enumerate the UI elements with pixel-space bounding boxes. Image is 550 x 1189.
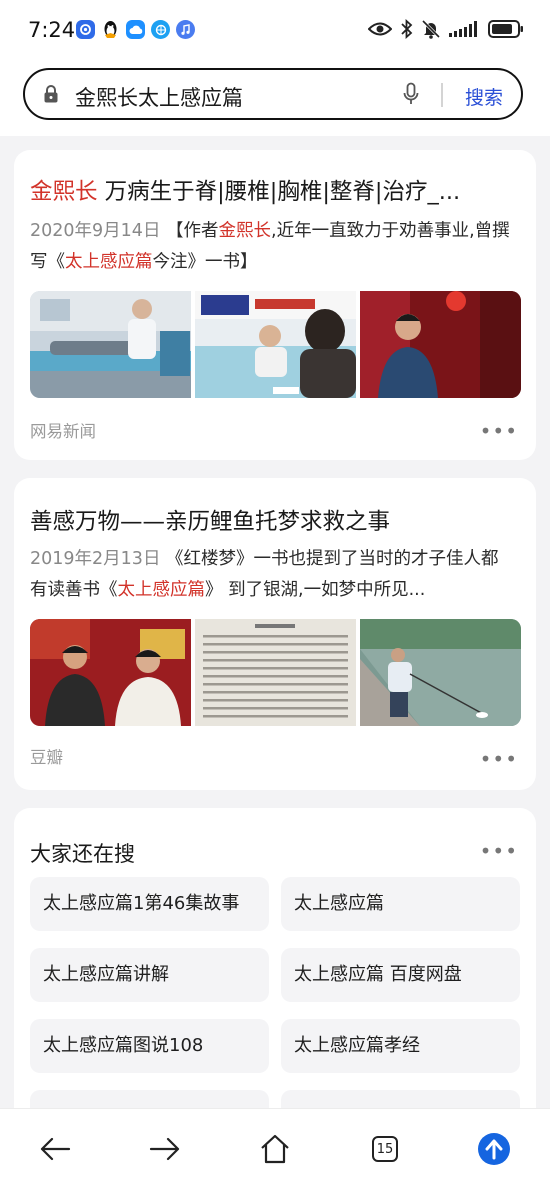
more-options-icon[interactable]: ••• [480, 841, 518, 861]
related-item[interactable]: 太上感应篇1第46集故事 [30, 877, 269, 931]
result-snippet: 2019年2月13日 《红楼梦》一书也提到了当时的才子佳人都有读善书《太上感应篇… [30, 549, 499, 600]
baidu-app-icon [76, 20, 95, 39]
lake-fishing-photo[interactable] [360, 619, 521, 726]
related-item[interactable]: 太上感应篇图说108 [30, 1019, 269, 1073]
status-bar: 7:24 [0, 0, 550, 62]
result-title[interactable]: 金熙长 万病生于脊|腰椎|胸椎|整脊|治疗_... [30, 174, 460, 206]
qq-penguin-icon [101, 20, 120, 39]
forward-button[interactable] [145, 1129, 185, 1169]
more-options-icon[interactable]: ••• [480, 749, 518, 769]
search-input[interactable]: 金熙长太上感应篇 [75, 82, 243, 112]
status-time: 7:24 [28, 18, 76, 42]
related-item[interactable]: 太上感应篇讲解 [30, 948, 269, 1002]
microphone-icon[interactable] [403, 82, 419, 106]
music-app-icon [176, 20, 195, 39]
tab-count: 15 [372, 1136, 398, 1162]
more-options-icon[interactable]: ••• [480, 421, 518, 441]
battery-icon [488, 20, 523, 38]
result-date: 2019年2月13日 [30, 549, 161, 569]
tabs-button[interactable]: 15 [365, 1129, 405, 1169]
lock-icon [44, 85, 58, 103]
arrow-right-icon [149, 1137, 180, 1161]
result-source: 豆瓣 [30, 748, 63, 767]
mute-bell-icon [422, 19, 440, 39]
home-button[interactable] [255, 1129, 295, 1169]
browser-app-icon [151, 20, 170, 39]
upload-arrow-icon [478, 1133, 510, 1165]
book-page-photo[interactable] [195, 619, 356, 726]
interview-photo[interactable] [195, 291, 356, 398]
result-title[interactable]: 善感万物——亲历鲤鱼托梦求救之事 [30, 504, 390, 536]
bluetooth-icon [401, 19, 413, 39]
result-date: 2020年9月14日 [30, 221, 161, 241]
back-button[interactable] [35, 1129, 75, 1169]
result-card[interactable]: 善感万物——亲历鲤鱼托梦求救之事 2019年2月13日 《红楼梦》一书也提到了当… [14, 478, 536, 790]
result-card[interactable]: 金熙长 万病生于脊|腰椎|胸椎|整脊|治疗_... 2020年9月14日 【作者… [14, 150, 536, 460]
search-bar[interactable]: 金熙长太上感应篇 搜索 [23, 68, 523, 120]
massage-therapy-photo[interactable] [30, 291, 191, 398]
related-item[interactable]: 太上感应篇孝经 [281, 1019, 520, 1073]
result-source: 网易新闻 [30, 422, 96, 441]
notification-icons [76, 20, 195, 39]
search-divider [441, 83, 443, 107]
bottom-navigation: 15 [0, 1108, 550, 1189]
upload-button[interactable] [474, 1129, 514, 1169]
related-searches: 大家还在搜 ••• 太上感应篇1第46集故事 太上感应篇 太上感应篇讲解 太上感… [14, 808, 536, 1144]
result-images[interactable] [30, 291, 521, 398]
related-title: 大家还在搜 [30, 842, 135, 866]
result-images[interactable] [30, 619, 521, 726]
related-item[interactable]: 太上感应篇 [281, 877, 520, 931]
search-header: 金熙长太上感应篇 搜索 [0, 62, 550, 136]
search-button[interactable]: 搜索 [465, 83, 503, 110]
two-men-photo[interactable] [30, 619, 191, 726]
portrait-photo[interactable] [360, 291, 521, 398]
result-snippet: 2020年9月14日 【作者金熙长,近年一直致力于劝善事业,曾撰写《太上感应篇今… [30, 221, 510, 272]
system-icons [368, 19, 524, 39]
related-item[interactable]: 太上感应篇 百度网盘 [281, 948, 520, 1002]
cloud-app-icon [126, 20, 145, 39]
eye-icon [368, 22, 392, 36]
home-icon [261, 1134, 289, 1164]
signal-icon [449, 21, 477, 37]
arrow-left-icon [40, 1137, 71, 1161]
